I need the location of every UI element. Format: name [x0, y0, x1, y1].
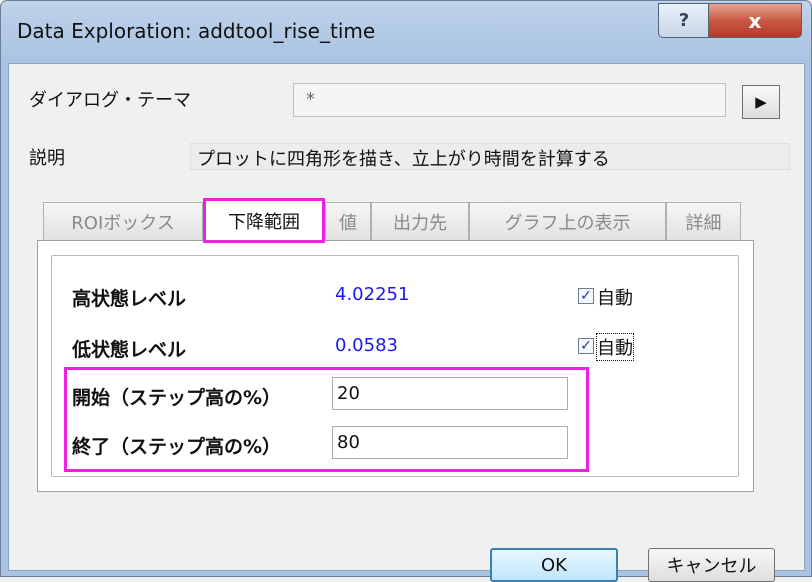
tab-values[interactable]: 値	[325, 202, 371, 240]
tab-roi-box[interactable]: ROIボックス	[43, 202, 203, 240]
low-level-label: 低状態レベル	[72, 339, 187, 361]
dialog-window: Data Exploration: addtool_rise_time ? x …	[0, 0, 812, 582]
settings-group: 高状態レベル 4.02251 ✓ 自動 低状態レベル 0.0583 ✓ 自動 開…	[51, 255, 739, 477]
tab-output[interactable]: 出力先	[371, 202, 469, 240]
highlight-frame	[64, 367, 589, 472]
theme-label: ダイアログ・テーマ	[29, 90, 191, 111]
tab-graph-display[interactable]: グラフ上の表示	[469, 202, 666, 240]
description-text: プロットに四角形を描き、立上がり時間を計算する	[190, 143, 790, 170]
checkmark-icon: ✓	[580, 288, 592, 304]
tab-details[interactable]: 詳細	[666, 202, 741, 240]
close-button[interactable]: x	[708, 3, 802, 38]
window-title: Data Exploration: addtool_rise_time	[17, 19, 376, 43]
close-icon: x	[748, 8, 762, 33]
high-level-label: 高状態レベル	[72, 288, 187, 310]
checkmark-icon: ✓	[580, 338, 592, 354]
theme-menu-button[interactable]: ▶	[742, 85, 780, 119]
low-level-auto-label[interactable]: 自動	[596, 333, 634, 361]
help-button[interactable]: ?	[658, 3, 710, 38]
help-icon: ?	[678, 10, 690, 31]
dialog-body: ダイアログ・テーマ * ▶ 説明 プロットに四角形を描き、立上がり時間を計算する…	[8, 63, 805, 582]
theme-combobox[interactable]: *	[293, 83, 726, 117]
tab-falling-range[interactable]: 下降範囲	[203, 198, 325, 243]
tab-panel: 高状態レベル 4.02251 ✓ 自動 低状態レベル 0.0583 ✓ 自動 開…	[37, 240, 754, 492]
play-arrow-icon: ▶	[755, 93, 767, 111]
description-label: 説明	[29, 148, 65, 169]
title-bar[interactable]: Data Exploration: addtool_rise_time ? x	[1, 1, 811, 63]
high-level-value: 4.02251	[335, 284, 410, 305]
low-level-auto-checkbox[interactable]: ✓	[578, 338, 594, 354]
high-level-auto-label[interactable]: 自動	[597, 284, 633, 310]
low-level-value: 0.0583	[335, 335, 398, 356]
high-level-auto-checkbox[interactable]: ✓	[578, 288, 594, 304]
